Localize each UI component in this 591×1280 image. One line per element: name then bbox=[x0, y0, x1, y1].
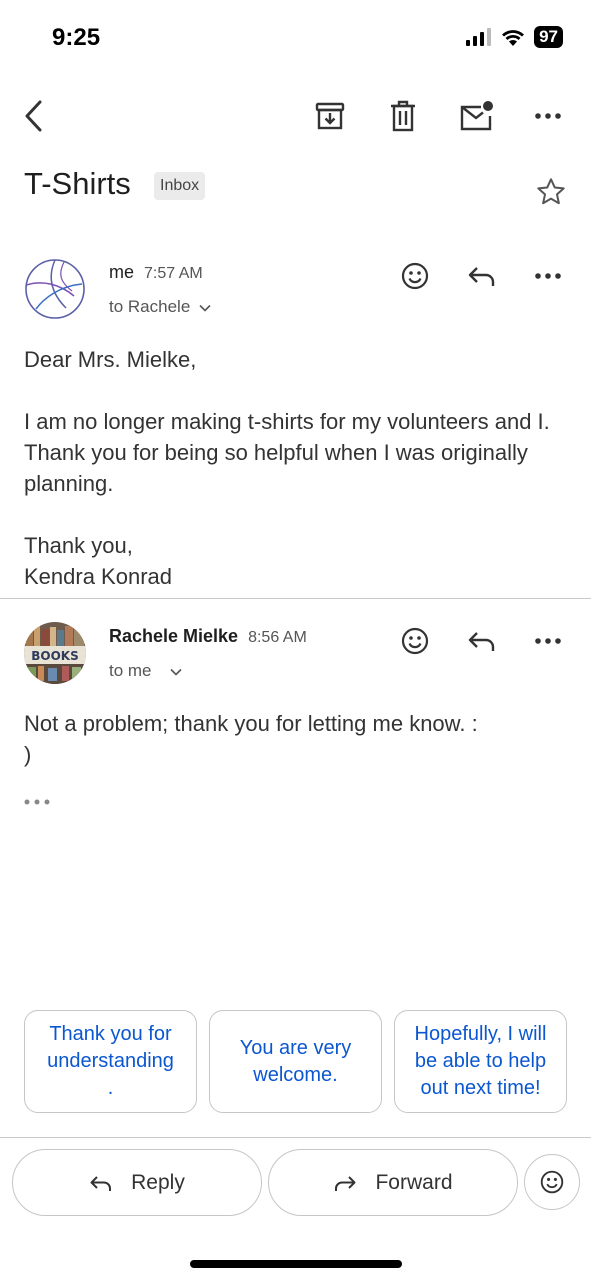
archive-button[interactable] bbox=[310, 96, 350, 136]
avatar[interactable]: BOOKS bbox=[24, 622, 86, 684]
bottom-divider bbox=[0, 1137, 591, 1138]
reply-button[interactable] bbox=[462, 256, 502, 296]
cellular-signal-icon bbox=[466, 28, 492, 46]
more-horizontal-icon bbox=[535, 273, 561, 279]
more-horizontal-icon bbox=[535, 638, 561, 644]
wifi-icon bbox=[502, 29, 525, 46]
message-divider bbox=[0, 598, 591, 599]
message-body: Dear Mrs. Mielke, I am no longer making … bbox=[24, 344, 567, 592]
sender-name: Rachele Mielke bbox=[109, 626, 239, 646]
reply-button[interactable] bbox=[462, 621, 502, 661]
chevron-down-icon bbox=[170, 668, 182, 676]
reply-action-label: Reply bbox=[131, 1170, 185, 1194]
more-horizontal-icon bbox=[24, 799, 50, 805]
status-time: 9:25 bbox=[52, 24, 101, 51]
show-trimmed-content-button[interactable] bbox=[24, 792, 50, 810]
recipient-details-toggle[interactable]: to Rachele bbox=[109, 297, 211, 317]
delete-button[interactable] bbox=[383, 96, 423, 136]
home-indicator[interactable] bbox=[190, 1260, 402, 1268]
volleyball-avatar-icon bbox=[25, 259, 85, 319]
recipient-text: to me bbox=[109, 661, 152, 680]
star-button[interactable] bbox=[535, 176, 567, 213]
more-options-button[interactable] bbox=[528, 96, 568, 136]
body-signoff: Thank you, bbox=[24, 533, 133, 558]
chevron-left-icon bbox=[25, 100, 42, 132]
emoji-icon bbox=[401, 627, 429, 655]
smart-reply-chip[interactable]: Thank you for understanding . bbox=[24, 1010, 197, 1113]
trash-icon bbox=[391, 100, 415, 132]
reply-icon bbox=[468, 267, 495, 286]
sender-name: me bbox=[109, 262, 135, 282]
star-icon bbox=[537, 178, 565, 205]
reply-icon bbox=[468, 632, 495, 651]
avatar-label: BOOKS bbox=[31, 649, 79, 663]
recipient-text: to Rachele bbox=[109, 297, 191, 316]
forward-action-label: Forward bbox=[375, 1170, 453, 1194]
message-time: 8:56 AM bbox=[248, 629, 307, 646]
message-more-button[interactable] bbox=[528, 621, 568, 661]
battery-indicator: 97 bbox=[534, 26, 563, 48]
recipient-details-toggle[interactable]: to me bbox=[109, 661, 182, 681]
mail-unread-icon bbox=[460, 101, 493, 131]
message-time: 7:57 AM bbox=[144, 265, 203, 282]
react-emoji-button[interactable] bbox=[395, 621, 435, 661]
thread-subject: T-Shirts bbox=[24, 166, 131, 201]
body-greeting: Dear Mrs. Mielke, bbox=[24, 347, 197, 372]
emoji-icon bbox=[401, 262, 429, 290]
books-avatar-image: BOOKS bbox=[24, 622, 86, 684]
sender-line: me 7:57 AM bbox=[109, 262, 203, 283]
emoji-reaction-button[interactable] bbox=[524, 1154, 580, 1210]
body-signature: Kendra Konrad bbox=[24, 564, 172, 589]
chevron-down-icon bbox=[199, 304, 211, 312]
body-paragraph: I am no longer making t-shirts for my vo… bbox=[24, 409, 550, 496]
smart-reply-chip[interactable]: Hopefully, I will be able to help out ne… bbox=[394, 1010, 567, 1113]
status-bar: 9:25 97 bbox=[0, 0, 591, 76]
forward-icon bbox=[335, 1175, 356, 1191]
message-more-button[interactable] bbox=[528, 256, 568, 296]
inbox-label-chip[interactable]: Inbox bbox=[154, 172, 206, 200]
forward-action-button[interactable]: Forward bbox=[268, 1149, 518, 1216]
smart-reply-chip[interactable]: You are very welcome. bbox=[209, 1010, 382, 1113]
emoji-icon bbox=[540, 1170, 564, 1194]
subject-row: T-Shirts Inbox bbox=[24, 166, 567, 216]
message-body: Not a problem; thank you for letting me … bbox=[24, 708, 567, 770]
avatar[interactable] bbox=[24, 258, 86, 320]
body-paragraph: Not a problem; thank you for letting me … bbox=[24, 711, 478, 767]
archive-icon bbox=[315, 102, 345, 130]
sender-line: Rachele Mielke 8:56 AM bbox=[109, 626, 307, 647]
react-emoji-button[interactable] bbox=[395, 256, 435, 296]
back-button[interactable] bbox=[14, 96, 54, 136]
toolbar bbox=[0, 88, 591, 142]
reply-action-button[interactable]: Reply bbox=[12, 1149, 262, 1216]
mark-unread-button[interactable] bbox=[456, 96, 496, 136]
status-icons: 97 bbox=[466, 26, 563, 48]
reply-icon bbox=[90, 1175, 112, 1191]
more-horizontal-icon bbox=[535, 113, 561, 119]
